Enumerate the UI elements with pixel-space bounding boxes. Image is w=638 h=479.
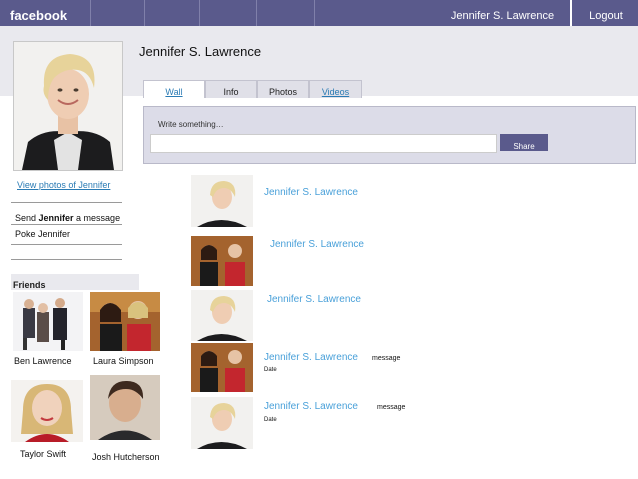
nav-segment[interactable]	[144, 0, 200, 26]
nav-divider	[314, 0, 316, 26]
feed-author[interactable]: Jennifer S. Lawrence	[264, 352, 358, 363]
poke-link[interactable]: Poke Jennifer	[15, 229, 70, 239]
nav-segment[interactable]	[256, 0, 315, 26]
tab-info[interactable]: Info	[205, 80, 257, 98]
divider	[11, 259, 122, 260]
feed-thumbnail[interactable]	[191, 175, 253, 227]
divider	[11, 224, 122, 225]
current-user-link[interactable]: Jennifer S. Lawrence	[440, 0, 565, 26]
profile-portrait-image	[14, 42, 122, 170]
feed-date: Date	[264, 417, 277, 423]
feed-thumbnail[interactable]	[191, 236, 253, 286]
feed-date: Date	[264, 367, 277, 373]
friend-name-ben[interactable]: Ben Lawrence	[14, 356, 72, 366]
feed-portrait-image	[191, 397, 253, 449]
friend-photo-josh[interactable]	[90, 375, 160, 440]
nav-segment[interactable]	[199, 0, 257, 26]
friend-portrait-image	[90, 375, 160, 440]
composer-prompt: Write something…	[158, 120, 224, 129]
send-message-link[interactable]: Send Jennifer a message	[15, 213, 120, 223]
friend-name-josh[interactable]: Josh Hutcherson	[92, 452, 160, 462]
friend-photo-taylor[interactable]	[11, 380, 83, 442]
friends-heading: Friends	[11, 274, 139, 290]
friend-name-taylor[interactable]: Taylor Swift	[20, 449, 66, 459]
feed-pair-image	[191, 343, 253, 392]
feed-thumbnail[interactable]	[191, 397, 253, 449]
friend-pair-image	[90, 292, 160, 351]
feed-thumbnail[interactable]	[191, 290, 253, 341]
feed-author[interactable]: Jennifer S. Lawrence	[267, 294, 361, 305]
top-navigation-bar: facebook Jennifer S. Lawrence Logout	[0, 0, 638, 26]
divider	[11, 244, 122, 245]
tab-wall[interactable]: Wall	[143, 80, 205, 98]
feed-author[interactable]: Jennifer S. Lawrence	[264, 187, 358, 198]
feed-pair-image	[191, 236, 253, 286]
send-suffix: a message	[73, 213, 121, 223]
send-name: Jennifer	[38, 213, 74, 223]
friend-portrait-image	[11, 380, 83, 442]
tab-photos[interactable]: Photos	[257, 80, 309, 98]
feed-author[interactable]: Jennifer S. Lawrence	[264, 401, 358, 412]
status-composer: Write something… Share	[143, 106, 636, 164]
view-photos-link[interactable]: View photos of Jennifer	[17, 180, 110, 190]
divider	[11, 202, 122, 203]
tab-videos[interactable]: Videos	[309, 80, 362, 98]
nav-segment[interactable]	[90, 0, 145, 26]
status-input[interactable]	[150, 134, 497, 153]
friend-group-image	[13, 292, 83, 351]
feed-author[interactable]: Jennifer S. Lawrence	[270, 239, 364, 250]
send-prefix: Send	[15, 213, 39, 223]
feed-portrait-image	[191, 175, 253, 227]
friend-name-laura[interactable]: Laura Simpson	[93, 356, 154, 366]
feed-portrait-image	[191, 290, 253, 341]
feed-message: message	[372, 355, 401, 362]
friend-photo-laura[interactable]	[90, 292, 160, 351]
profile-name: Jennifer S. Lawrence	[139, 44, 262, 59]
feed-message: message	[377, 404, 406, 411]
logout-button[interactable]: Logout	[570, 0, 638, 26]
friend-photo-ben[interactable]	[13, 292, 83, 351]
profile-picture[interactable]	[13, 41, 123, 171]
feed-thumbnail[interactable]	[191, 343, 253, 392]
facebook-logo[interactable]: facebook	[10, 0, 90, 26]
share-button[interactable]: Share	[500, 134, 548, 151]
